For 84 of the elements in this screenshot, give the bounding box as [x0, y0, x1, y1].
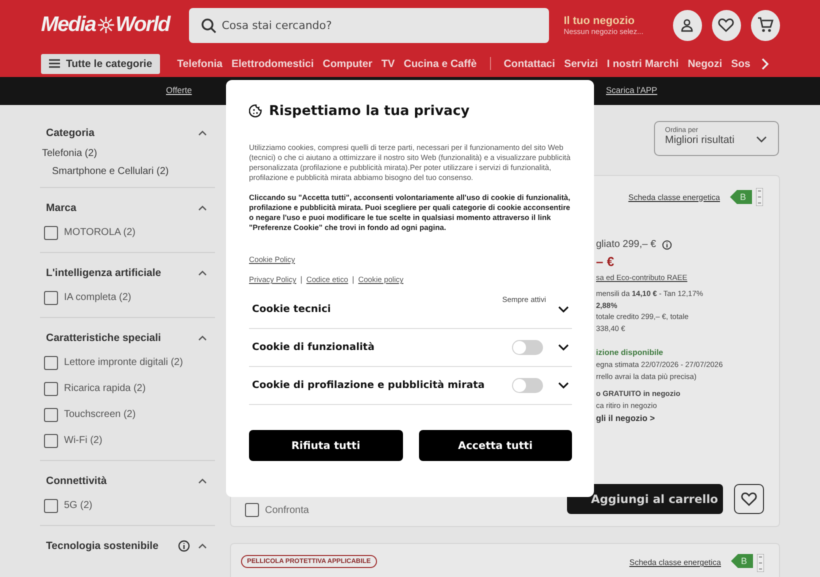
search-icon — [200, 18, 217, 34]
filter-title[interactable]: Tecnologia sostenibile — [46, 540, 170, 552]
user-icon — [680, 18, 694, 32]
heart-icon — [741, 492, 757, 506]
filter-title[interactable]: Caratteristiche speciali — [46, 332, 190, 344]
filter-option[interactable]: Touchscreen (2) — [64, 409, 136, 420]
checkbox[interactable] — [44, 226, 58, 240]
nav-link[interactable]: Sos — [731, 58, 750, 70]
filter-option[interactable]: 5G (2) — [64, 500, 92, 511]
filter-option[interactable]: Wi-Fi (2) — [64, 435, 102, 446]
nav-link[interactable]: Telefonia — [177, 58, 222, 70]
filter-title[interactable]: Categoria — [46, 127, 190, 139]
filter-option[interactable]: IA completa (2) — [64, 292, 132, 303]
swirl-icon — [96, 16, 115, 34]
cart-icon — [756, 17, 774, 33]
chevron-up-icon[interactable] — [198, 335, 207, 341]
dialog-button[interactable]: Accetta tutti — [418, 430, 572, 461]
filter-title[interactable]: Marca — [46, 202, 190, 214]
nav-link[interactable]: TV — [381, 58, 395, 70]
checkbox[interactable] — [44, 434, 58, 448]
info-icon[interactable] — [662, 240, 672, 250]
cookie-icon — [249, 104, 263, 118]
product-detail-text[interactable]: gli il negozio > — [596, 413, 655, 423]
add-to-cart-button[interactable]: Aggiungi al carrello — [567, 484, 723, 514]
filter-option[interactable]: Lettore impronte digitali (2) — [64, 357, 183, 368]
nav-link[interactable]: I nostri Marchi — [606, 58, 679, 70]
energy-scale-icon — [756, 188, 763, 206]
cookie-category-label[interactable]: Cookie di profilazione e pubblicità mirata — [252, 380, 502, 391]
chevron-up-icon[interactable] — [198, 270, 207, 276]
category-link[interactable]: Telefonia (2) — [42, 148, 215, 159]
heart-icon — [718, 18, 734, 32]
nav-link[interactable]: Elettrodomestici — [231, 58, 314, 70]
wishlist-button[interactable] — [712, 10, 741, 40]
chevron-up-icon[interactable] — [198, 543, 207, 549]
menu-icon — [49, 59, 60, 68]
toggle-switch[interactable] — [512, 378, 543, 393]
logo[interactable]: Media World — [41, 13, 173, 37]
energy-label-link[interactable]: Scheda classe energetica — [628, 192, 720, 202]
link-separator: | — [300, 275, 302, 284]
filter-title[interactable]: Connettività — [46, 475, 190, 487]
nav-link[interactable]: Contattaci — [504, 58, 556, 70]
filter-option[interactable]: MOTOROLA (2) — [64, 227, 136, 238]
cookie-category-label[interactable]: Cookie di funzionalità — [252, 342, 502, 353]
wishlist-button[interactable] — [734, 484, 764, 514]
filter-option[interactable]: Ricarica rapida (2) — [64, 383, 146, 394]
chevron-down-icon — [756, 136, 767, 143]
account-button[interactable] — [672, 10, 702, 40]
cart-button[interactable] — [750, 10, 780, 40]
product-detail-text: gliato 299,– € — [596, 239, 656, 250]
checkbox[interactable] — [245, 503, 259, 517]
chevron-up-icon[interactable] — [198, 205, 207, 211]
checkbox[interactable] — [44, 290, 58, 304]
energy-label-link[interactable]: Scheda classe energetica — [629, 558, 721, 567]
checkbox[interactable] — [44, 382, 58, 396]
chevron-down-icon[interactable] — [558, 306, 569, 313]
store-title[interactable]: Il tuo negozio — [564, 14, 662, 26]
checkbox[interactable] — [44, 408, 58, 422]
all-categories-button[interactable]: Tutte le categorie — [41, 54, 160, 74]
nav-link[interactable]: Cucina e Caffè — [404, 58, 477, 70]
checkbox[interactable] — [44, 356, 58, 370]
dialog-title: Rispettiamo la tua privacy — [269, 103, 470, 119]
chevron-down-icon[interactable] — [558, 344, 569, 351]
chevron-up-icon[interactable] — [198, 478, 207, 484]
chevron-right-icon[interactable] — [761, 58, 770, 70]
promo-link[interactable]: Offerte — [166, 85, 192, 95]
product-detail-text: – € — [596, 254, 614, 269]
cookie-category-label[interactable]: Cookie tecnici — [252, 304, 548, 315]
dialog-button[interactable]: Rifiuta tutti — [249, 430, 402, 461]
search-field[interactable]: Cosa stai cercando? — [188, 8, 549, 42]
info-icon[interactable] — [178, 540, 190, 552]
compare-label[interactable]: Confronta — [265, 504, 309, 516]
category-link[interactable]: Smartphone e Cellulari (2) — [52, 166, 215, 177]
chevron-up-icon[interactable] — [198, 130, 207, 136]
promo-link[interactable]: Scarica l'APP — [606, 85, 658, 95]
filter-title[interactable]: L'intelligenza artificiale — [46, 267, 190, 279]
checkbox[interactable] — [44, 498, 58, 512]
nav-link[interactable]: Negozi — [688, 58, 722, 70]
link-separator: | — [352, 275, 354, 284]
product-detail-text: izione disponibile — [596, 348, 664, 357]
nav-link[interactable]: Servizi — [564, 58, 598, 70]
nav-link[interactable]: Computer — [322, 58, 372, 70]
toggle-switch[interactable] — [512, 340, 543, 355]
chevron-down-icon[interactable] — [558, 382, 569, 389]
energy-scale-icon — [757, 554, 764, 572]
